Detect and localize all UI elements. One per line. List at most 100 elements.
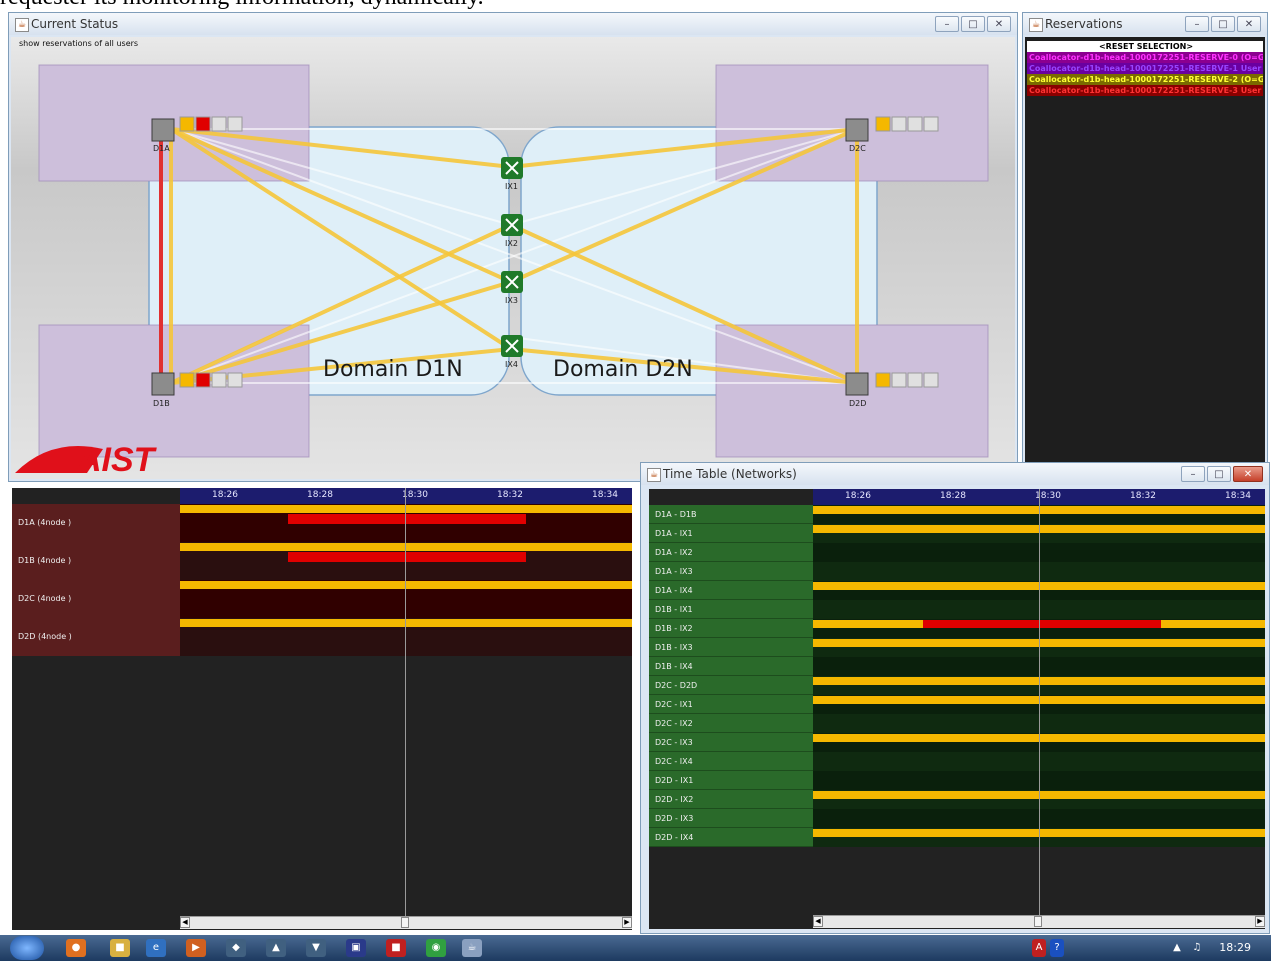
time-tick-label: 18:28 (307, 490, 333, 500)
volume-tray-icon[interactable]: ♫ (1190, 939, 1204, 957)
row-label: D1A - IX2 (649, 543, 813, 562)
scroll-thumb[interactable] (1034, 916, 1042, 927)
row-label: D2C - D2D (649, 676, 813, 695)
window-title: Current Status (31, 17, 119, 31)
minimize-button[interactable]: – (1181, 466, 1205, 482)
domain-label-d1n: Domain D1N (323, 357, 463, 382)
reservations-window: ☕ Reservations – □ ✕ <RESET SELECTION> C… (1022, 12, 1268, 482)
scroll-right-button[interactable]: ▶ (622, 917, 632, 928)
time-tick-label: 18:28 (940, 491, 966, 501)
acrobat-tray-icon[interactable]: A (1032, 939, 1046, 957)
scroll-left-button[interactable]: ◀ (813, 916, 823, 927)
java-app-icon[interactable]: ☕ (462, 939, 482, 957)
taskbar-clock: 18:29 (1219, 941, 1251, 954)
current-time-line (405, 488, 406, 918)
row-label: D2C - IX4 (649, 752, 813, 771)
node-label-d1a: D1A (153, 144, 170, 153)
row-label: D1B - IX1 (649, 600, 813, 619)
switch-label-ix4: IX4 (505, 360, 518, 369)
maximize-button[interactable]: □ (1211, 16, 1235, 32)
node-label-d1b: D1B (153, 399, 170, 408)
chrome-icon[interactable]: ◉ (426, 939, 446, 957)
reservation-bar[interactable] (923, 620, 1161, 628)
availability-bar (180, 543, 632, 551)
node-label-d2d: D2D (849, 399, 867, 408)
titlebar[interactable]: ☕ Reservations – □ ✕ (1023, 13, 1267, 35)
network-tray-icon[interactable]: ▲ (1170, 939, 1184, 957)
network-tool-icon[interactable]: ◆ (226, 939, 246, 957)
row-label: D1A - IX3 (649, 562, 813, 581)
start-button[interactable] (10, 936, 44, 960)
network-timetable: 18:26 18:28 18:30 18:32 18:34 D1A - D1B D1A -… (649, 489, 1265, 929)
reset-selection-item[interactable]: <RESET SELECTION> (1027, 41, 1263, 52)
media-icon[interactable]: ▶ (186, 939, 206, 957)
row-label: D2D - IX1 (649, 771, 813, 790)
row-label: D2C - IX1 (649, 695, 813, 714)
red-app-icon[interactable]: ■ (386, 939, 406, 957)
install-icon[interactable]: ▼ (306, 939, 326, 957)
switch-label-ix2: IX2 (505, 239, 518, 248)
row-label: D1A - D1B (649, 505, 813, 524)
availability-bar (180, 619, 632, 627)
firefox-icon[interactable]: ● (66, 939, 86, 957)
row-label: D2C - IX3 (649, 733, 813, 752)
topology-canvas: show reservations of all users D1A D1B D… (11, 37, 1015, 479)
help-tray-icon[interactable]: ? (1050, 939, 1064, 957)
switch-label-ix1: IX1 (505, 182, 518, 191)
titlebar[interactable]: ☕ Time Table (Networks) – □ ✕ (641, 463, 1269, 485)
aist-logo: AIST (77, 441, 155, 479)
time-tick-label: 18:26 (212, 490, 238, 500)
time-tick-label: 18:34 (1225, 491, 1251, 501)
topology-diagram (15, 64, 989, 473)
reservation-bar[interactable] (288, 514, 526, 524)
current-status-window: ☕ Current Status – □ ✕ show reservations… (8, 12, 1018, 482)
row-label: D1B - IX3 (649, 638, 813, 657)
maximize-button[interactable]: □ (1207, 466, 1231, 482)
time-tick-label: 18:32 (497, 490, 523, 500)
reservation-list: <RESET SELECTION> Coallocator-d1b-head-1… (1027, 41, 1263, 96)
switch-label-ix3: IX3 (505, 296, 518, 305)
scroll-right-button[interactable]: ▶ (1255, 916, 1265, 927)
reservation-bar[interactable] (288, 552, 526, 562)
network-timetable-window: ☕ Time Table (Networks) – □ ✕ 18:26 18:28… (640, 462, 1270, 934)
horizontal-scrollbar[interactable]: ◀ ▶ (180, 916, 632, 929)
availability-bar (180, 581, 632, 589)
availability-bar (180, 505, 632, 513)
monitor-icon[interactable]: ▣ (346, 939, 366, 957)
row-label: D2D (4node ) (12, 618, 180, 656)
ie-icon[interactable]: e (146, 939, 166, 957)
close-button[interactable]: ✕ (1237, 16, 1261, 32)
time-tick-label: 18:32 (1130, 491, 1156, 501)
row-label: D1B - IX2 (649, 619, 813, 638)
minimize-button[interactable]: – (935, 16, 959, 32)
app-icon[interactable]: ▲ (266, 939, 286, 957)
row-label: D1B - IX4 (649, 657, 813, 676)
java-icon: ☕ (1029, 18, 1043, 32)
row-label: D1A - IX1 (649, 524, 813, 543)
scroll-left-button[interactable]: ◀ (180, 917, 190, 928)
horizontal-scrollbar[interactable]: ◀ ▶ (813, 915, 1265, 928)
close-button[interactable]: ✕ (1233, 466, 1263, 482)
document-text: requester its monitoring information, dy… (0, 0, 1271, 12)
reservation-item[interactable]: Coallocator-d1b-head-1000172251-RESERVE-… (1027, 52, 1263, 63)
scroll-thumb[interactable] (401, 917, 409, 928)
taskbar: ● ■ e ▶ ◆ ▲ ▼ ▣ ■ ◉ ☕ A ? ▲ ♫ 18:29 (0, 935, 1271, 961)
row-label: D1A - IX4 (649, 581, 813, 600)
row-label: D1B (4node ) (12, 542, 180, 580)
row-label: D2D - IX4 (649, 828, 813, 847)
reservation-list-panel (1025, 37, 1265, 479)
reservation-item[interactable]: Coallocator-d1b-head-1000172251-RESERVE-… (1027, 74, 1263, 85)
close-button[interactable]: ✕ (987, 16, 1011, 32)
explorer-icon[interactable]: ■ (110, 939, 130, 957)
titlebar[interactable]: ☕ Current Status – □ ✕ (9, 13, 1017, 35)
window-title: Reservations (1045, 17, 1123, 31)
row-label: D2D - IX2 (649, 790, 813, 809)
minimize-button[interactable]: – (1185, 16, 1209, 32)
maximize-button[interactable]: □ (961, 16, 985, 32)
time-tick-label: 18:34 (592, 490, 618, 500)
node-label-d2c: D2C (849, 144, 866, 153)
row-label: D2D - IX3 (649, 809, 813, 828)
reservation-item[interactable]: Coallocator-d1b-head-1000172251-RESERVE-… (1027, 63, 1263, 74)
row-label: D1A (4node ) (12, 504, 180, 542)
reservation-item[interactable]: Coallocator-d1b-head-1000172251-RESERVE-… (1027, 85, 1263, 96)
